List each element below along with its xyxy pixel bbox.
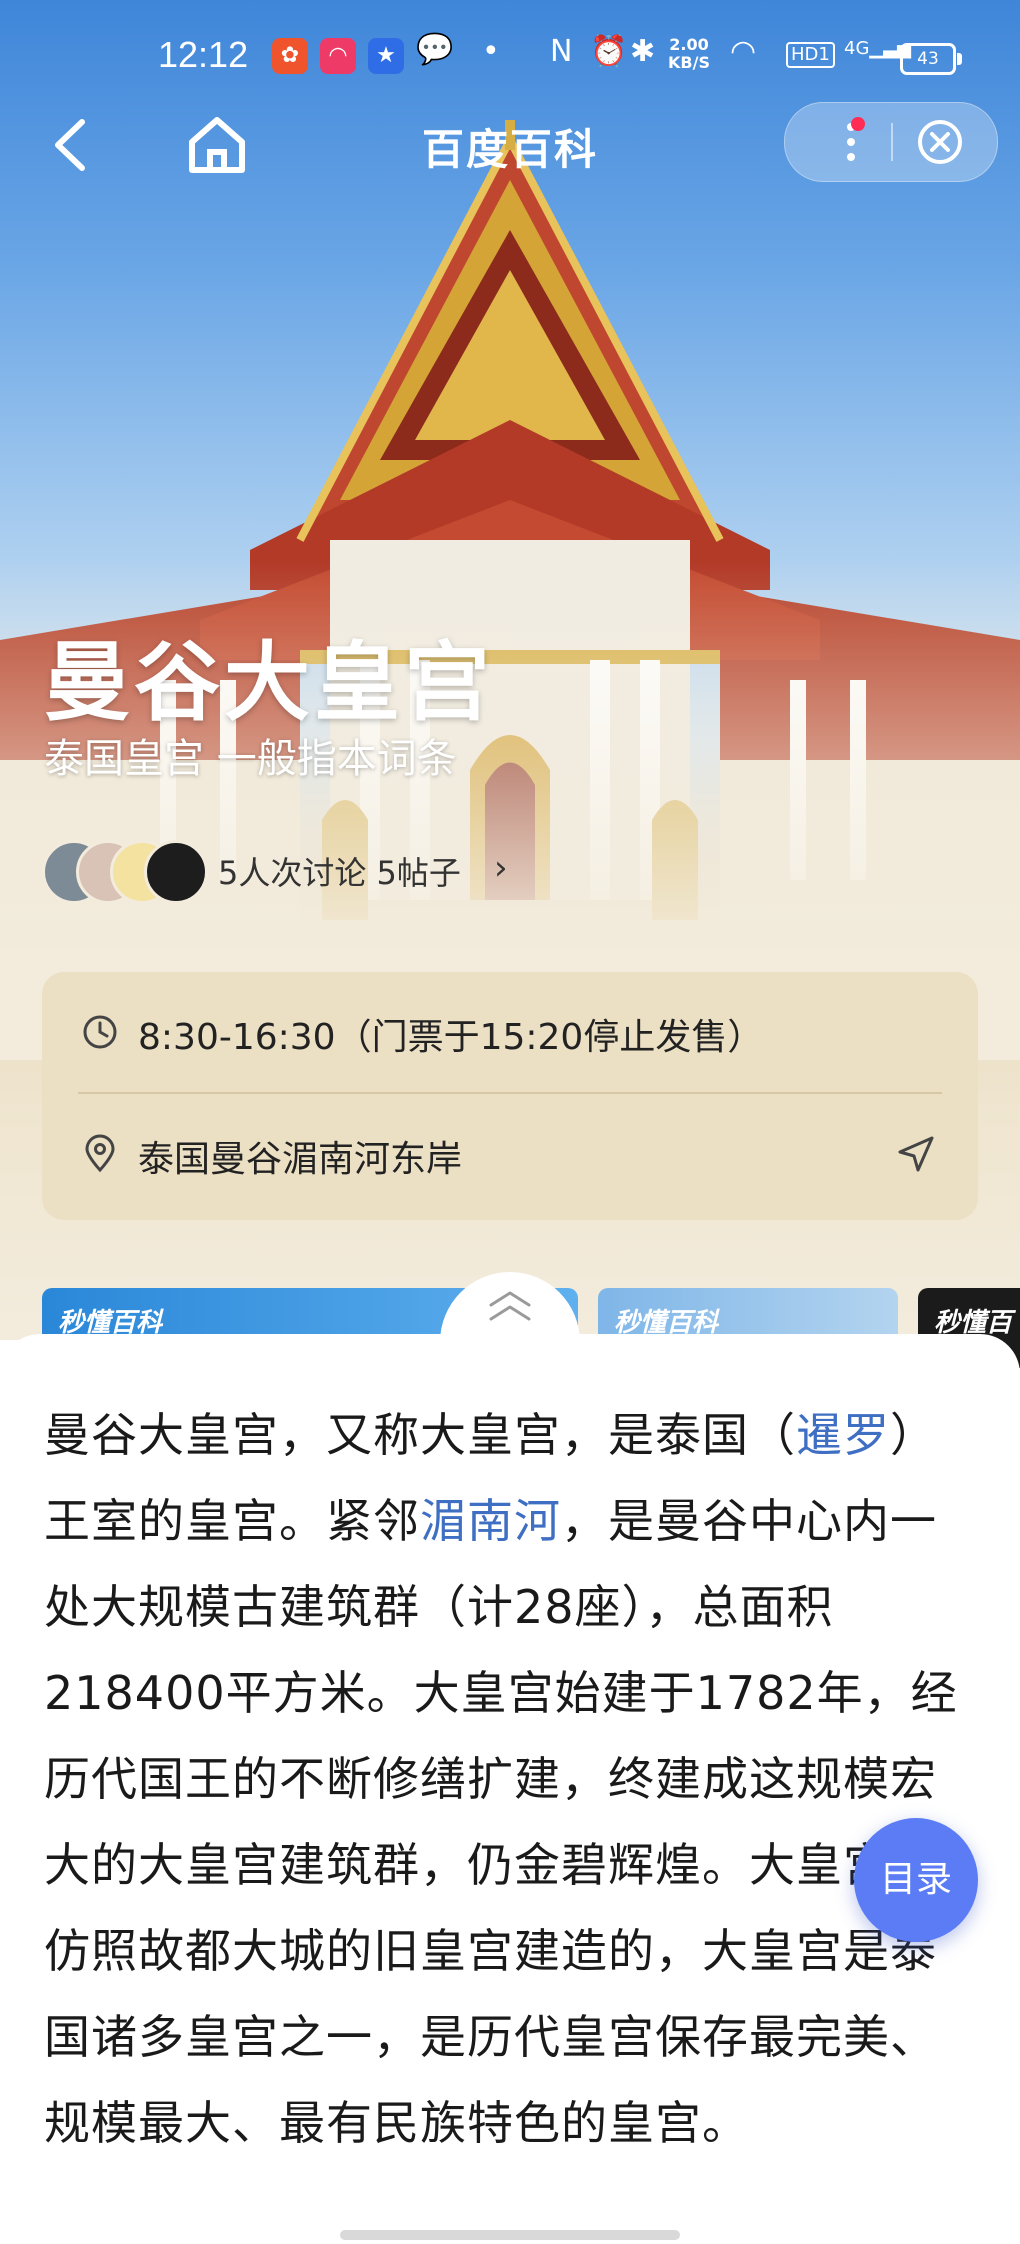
address: 泰国曼谷湄南河东岸 (138, 1139, 463, 1180)
close-icon[interactable] (915, 117, 965, 167)
navigation-arrow-icon[interactable] (894, 1132, 938, 1176)
capsule-divider (891, 123, 893, 161)
nfc-icon: N (550, 34, 573, 69)
info-card: 8:30-16:30（门票于15:20停止发售） 泰国曼谷湄南河东岸 (42, 972, 978, 1220)
clock-icon (83, 1015, 117, 1049)
avatar (144, 840, 208, 904)
article-text: ，是曼谷中心内一处大规模古建筑群（计28座），总面积218400平方米。大皇宫始… (44, 1494, 958, 2150)
notification-dot (851, 117, 865, 131)
network-speed-value: 2.00 (669, 35, 709, 54)
status-bar: 12:12 ✿ ◠ ★ 💬 • N ⏰ ✱ 2.00 KB/S ◠ HD1 4G… (0, 28, 1020, 84)
battery-icon: 43 (900, 43, 962, 75)
app-icon-2: ◠ (320, 38, 356, 74)
link-siam[interactable]: 暹罗 (796, 1408, 890, 1462)
signal-label: 4G (844, 38, 870, 59)
app-icon-3: ★ (368, 38, 404, 74)
status-time: 12:12 (158, 34, 249, 75)
bluetooth-icon: ✱ (630, 34, 656, 69)
chevron-up-icon[interactable] (487, 1287, 533, 1327)
app-icon-1: ✿ (272, 38, 308, 74)
entry-title: 曼谷大皇宫 (44, 633, 494, 733)
article-text: 曼谷大皇宫，又称大皇宫，是泰国（ (44, 1408, 796, 1462)
network-speed: 2.00 KB/S (668, 36, 710, 72)
dot-icon: • (482, 34, 500, 69)
network-speed-unit: KB/S (668, 53, 710, 72)
hd-badge: HD1 (786, 42, 835, 68)
location-pin-icon (85, 1134, 115, 1173)
mini-program-capsule (784, 102, 998, 182)
wifi-icon: ◠ (730, 34, 757, 69)
article-summary: 曼谷大皇宫，又称大皇宫，是泰国（暹罗）王室的皇宫。紧邻湄南河，是曼谷中心内一处大… (44, 1392, 974, 2166)
entry-subtitle[interactable]: 泰国皇宫 一般指本词条 (44, 726, 457, 784)
link-chao-phraya[interactable]: 湄南河 (420, 1494, 561, 1548)
opening-hours: 8:30-16:30（门票于15:20停止发售） (138, 1017, 764, 1058)
home-indicator[interactable] (340, 2230, 680, 2240)
toc-button[interactable]: 目录 (854, 1818, 978, 1942)
divider (78, 1092, 942, 1094)
discussion-count: 5人次讨论 5帖子 (218, 854, 461, 892)
chevron-right-icon: › (494, 848, 508, 888)
wechat-icon: 💬 (416, 32, 454, 67)
alarm-icon: ⏰ (590, 34, 628, 69)
